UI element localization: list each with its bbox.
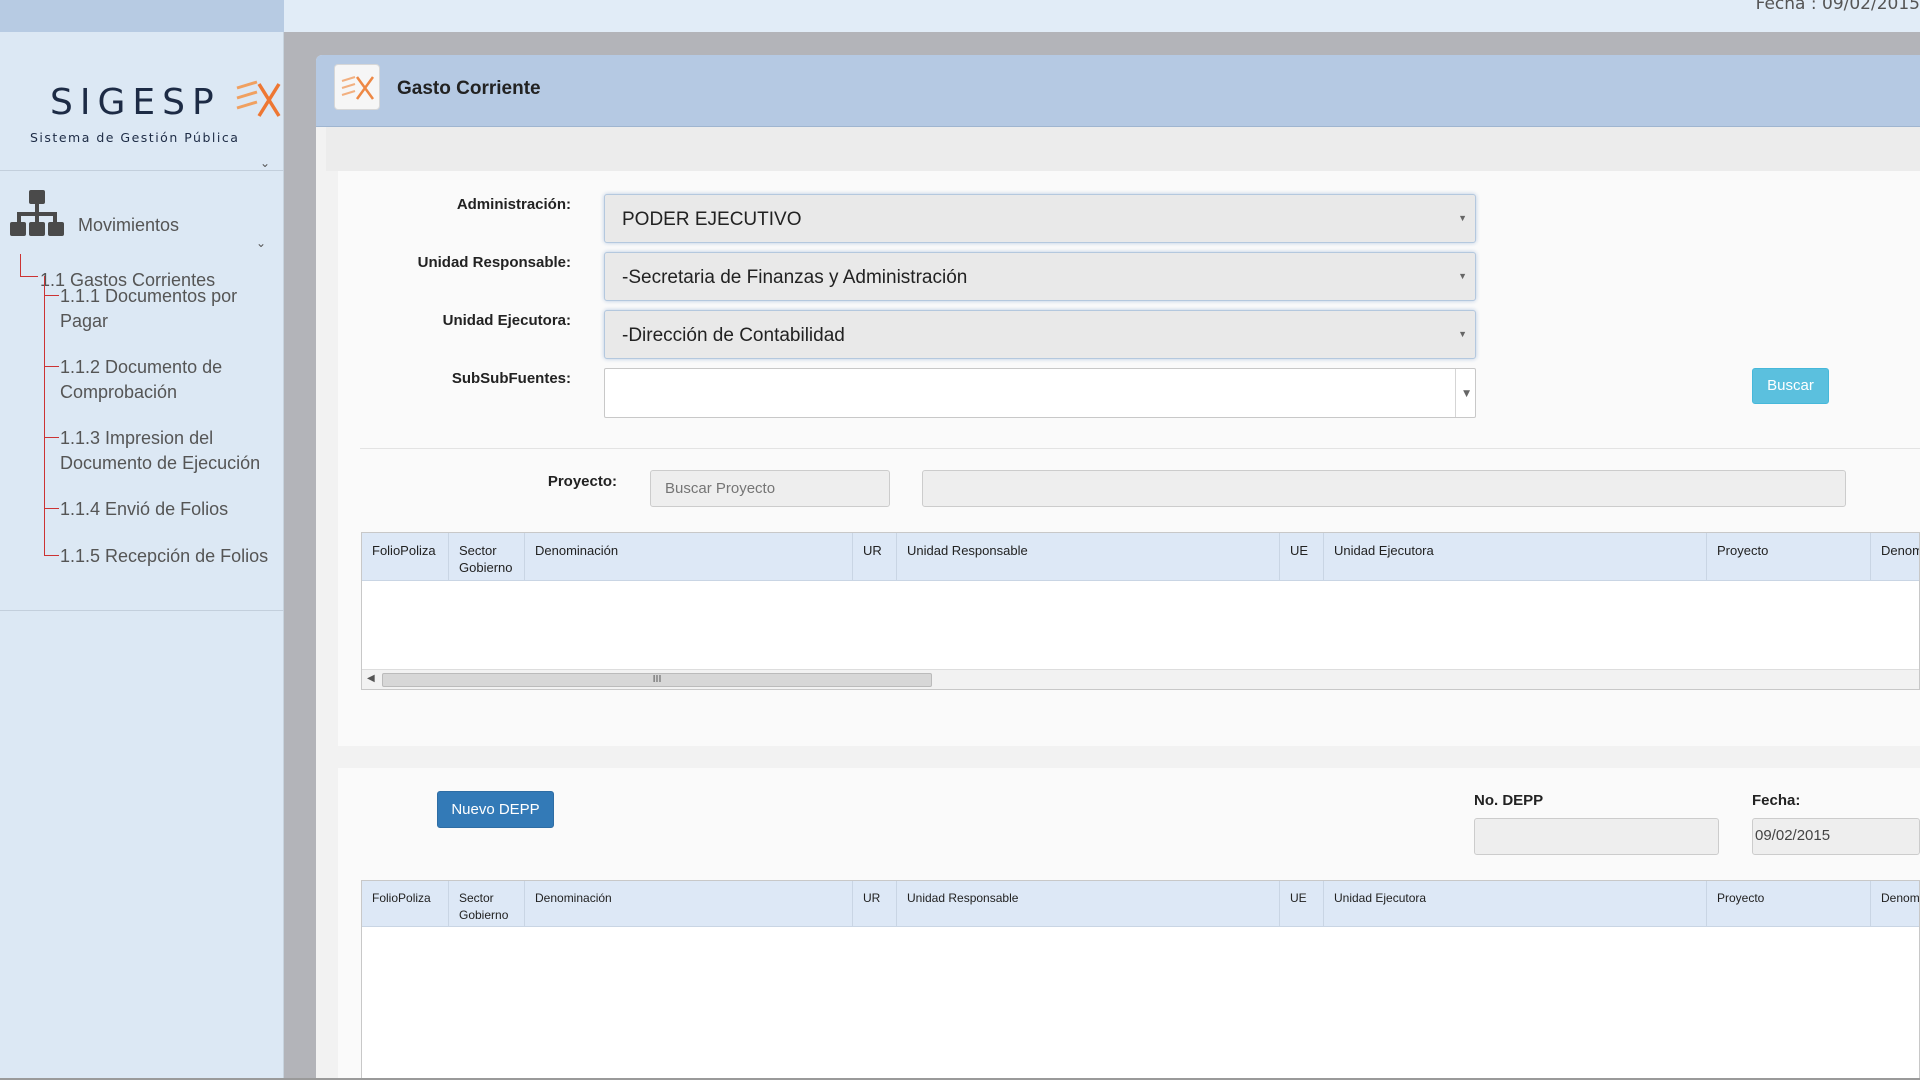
depp-grid: FolioPoliza Sector Gobierno Denominación… [361, 880, 1920, 1080]
unidad-responsable-value: -Secretaria de Finanzas y Administración [622, 267, 968, 288]
unidad-responsable-label: Unidad Responsable: [417, 254, 571, 271]
fecha-field[interactable]: 09/02/2015 [1752, 818, 1920, 855]
column-header[interactable]: Unidad Responsable [897, 533, 1280, 580]
grid-header: FolioPoliza Sector Gobierno Denominación… [362, 881, 1919, 927]
page-title: Gasto Corriente [397, 78, 541, 99]
panel-header [316, 55, 1920, 127]
dropdown-arrow-icon: ▼ [1458, 329, 1467, 339]
sidebar-item-recepcion-folios[interactable]: 1.1.5 Recepción de Folios [60, 544, 270, 569]
fecha-label: Fecha: [1752, 792, 1801, 809]
unidad-ejecutora-select[interactable]: -Dirección de Contabilidad ▼ [604, 310, 1476, 359]
topbar-left [0, 0, 284, 32]
grid-header: FolioPoliza Sector Gobierno Denominación… [362, 533, 1919, 581]
sidebar-divider [0, 170, 284, 171]
column-header[interactable]: Unidad Ejecutora [1324, 533, 1707, 580]
panel-strip [326, 127, 1920, 171]
column-header[interactable]: Denominación [1871, 533, 1919, 580]
column-header[interactable]: Unidad Ejecutora [1324, 881, 1707, 926]
column-header[interactable]: Unidad Responsable [897, 881, 1280, 926]
dropdown-divider [1455, 369, 1456, 417]
dropdown-arrow-icon: ▼ [1458, 271, 1467, 281]
no-depp-label: No. DEPP [1474, 792, 1544, 809]
sidebar-item-documento-comprobacion[interactable]: 1.1.2 Documento de Comprobación [60, 355, 270, 405]
section-divider [360, 448, 1920, 449]
topbar-date: Fecha : 09/02/2015 [1755, 0, 1920, 14]
sidebar-item-impresion-documento[interactable]: 1.1.3 Impresion del Documento de Ejecuci… [60, 426, 270, 476]
tree-line [44, 276, 45, 556]
sidebar-menu-movimientos[interactable]: Movimientos [78, 215, 179, 236]
tree-line [44, 366, 59, 367]
chevron-down-icon[interactable]: ⌄ [256, 236, 266, 250]
horizontal-scrollbar[interactable]: ◀ III [362, 669, 1919, 689]
logo-x-icon [236, 80, 281, 117]
tree-line [44, 555, 59, 556]
topbar: Fecha : 09/02/2015 [284, 0, 1920, 32]
column-header[interactable]: Denominación [525, 881, 853, 926]
sidebar-divider [0, 610, 284, 611]
chevron-down-icon[interactable]: ⌄ [260, 156, 270, 170]
proyecto-label: Proyecto: [547, 473, 617, 490]
administracion-select[interactable]: PODER EJECUTIVO ▼ [604, 194, 1476, 243]
subsubfuentes-label: SubSubFuentes: [451, 370, 571, 387]
tree-line [44, 437, 59, 438]
tree-line [20, 276, 38, 277]
column-header[interactable]: UE [1280, 533, 1324, 580]
sidebar-item-documentos-por-pagar[interactable]: 1.1.1 Documentos por Pagar [60, 284, 270, 334]
dropdown-arrow-icon: ▼ [1463, 389, 1470, 399]
scroll-thumb[interactable]: III [382, 673, 932, 687]
administracion-label: Administración: [456, 196, 571, 213]
module-icon [334, 64, 380, 110]
column-header[interactable]: Proyecto [1707, 533, 1871, 580]
subsubfuentes-select[interactable]: ▼ [604, 368, 1476, 418]
sitemap-icon [10, 190, 64, 236]
column-header[interactable]: FolioPoliza [362, 533, 449, 580]
search-results-grid: FolioPoliza Sector Gobierno Denominación… [361, 532, 1920, 690]
scroll-left-icon[interactable]: ◀ [367, 673, 375, 684]
proyecto-description-field[interactable] [922, 470, 1846, 507]
no-depp-field[interactable] [1474, 818, 1719, 855]
column-header[interactable]: UR [853, 533, 897, 580]
unidad-responsable-select[interactable]: -Secretaria de Finanzas y Administración… [604, 252, 1476, 301]
logo-subtitle: Sistema de Gestión Pública [30, 130, 240, 145]
column-header[interactable]: Denominación [1871, 881, 1919, 926]
unidad-ejecutora-value: -Dirección de Contabilidad [622, 325, 845, 346]
column-header[interactable]: UR [853, 881, 897, 926]
dropdown-arrow-icon: ▼ [1458, 213, 1467, 223]
buscar-button[interactable]: Buscar [1752, 368, 1829, 404]
unidad-ejecutora-label: Unidad Ejecutora: [442, 312, 571, 329]
sigesp-logo: SIGESP Sistema de Gestión Pública [30, 54, 281, 154]
column-header[interactable]: Proyecto [1707, 881, 1871, 926]
column-header[interactable]: FolioPoliza [362, 881, 449, 926]
tree-line [44, 295, 59, 296]
tree-line [44, 508, 59, 509]
administracion-value: PODER EJECUTIVO [622, 209, 802, 230]
logo-text: SIGESP [50, 82, 221, 123]
buscar-proyecto-input[interactable] [650, 470, 890, 507]
column-header[interactable]: Denominación [525, 533, 853, 580]
column-header[interactable]: Sector Gobierno [449, 533, 525, 580]
sidebar-item-envio-folios[interactable]: 1.1.4 Envió de Folios [60, 497, 270, 522]
tree-line [20, 254, 21, 276]
logo-x-icon [341, 76, 375, 100]
sidebar: SIGESP Sistema de Gestión Pública Movimi… [0, 32, 284, 1080]
nuevo-depp-button[interactable]: Nuevo DEPP [437, 791, 554, 828]
column-header[interactable]: Sector Gobierno [449, 881, 525, 926]
column-header[interactable]: UE [1280, 881, 1324, 926]
